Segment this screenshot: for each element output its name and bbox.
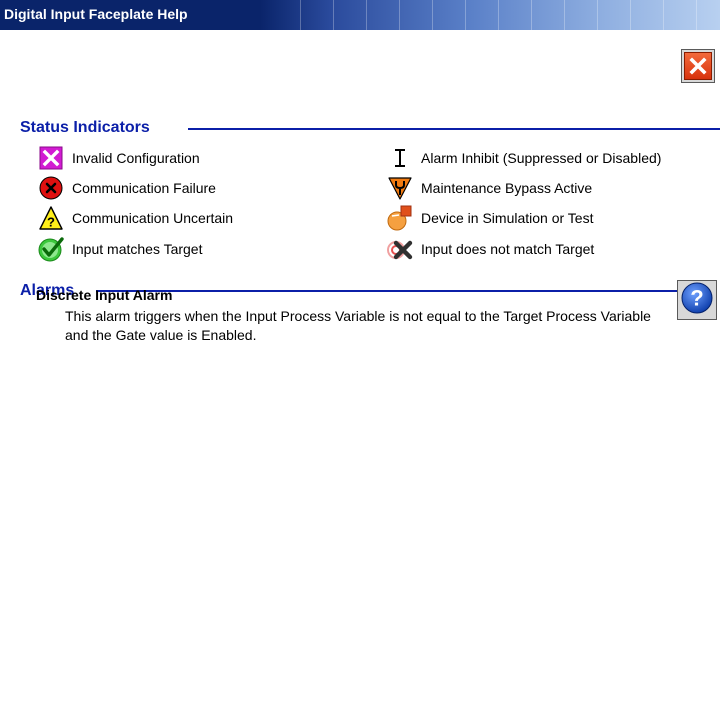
communication-uncertain-icon: ? [38,205,64,231]
indicator-label: Invalid Configuration [72,150,200,166]
indicator-label: Input does not match Target [421,241,595,257]
indicator-label: Alarm Inhibit (Suppressed or Disabled) [421,150,662,166]
alarm-inhibit-icon [387,145,413,171]
indicator-label: Communication Uncertain [72,210,234,226]
title-bar: Digital Input Faceplate Help [0,0,720,30]
communication-failure-icon [38,175,64,201]
indicator-input-matches-target: Input matches Target [38,236,202,262]
status-indicators-divider [188,128,720,130]
indicator-label: Communication Failure [72,180,216,196]
input-matches-target-icon [38,236,64,262]
indicator-label: Maintenance Bypass Active [421,180,593,196]
close-icon [684,52,712,80]
indicator-invalid-configuration: Invalid Configuration [38,145,200,171]
invalid-configuration-icon [38,145,64,171]
alarm-description: This alarm triggers when the Input Proce… [65,308,651,343]
indicator-alarm-inhibit: Alarm Inhibit (Suppressed or Disabled) [387,145,661,171]
help-button[interactable]: ? [677,280,717,320]
indicator-maintenance-bypass: Maintenance Bypass Active [387,175,592,201]
help-icon: ? [681,282,713,319]
indicator-communication-uncertain: ? Communication Uncertain [38,205,233,231]
close-button[interactable] [681,49,715,83]
indicator-input-mismatch-target: Input does not match Target [387,236,594,262]
svg-text:?: ? [47,215,55,230]
alarm-name: Discrete Input Alarm [36,287,173,303]
indicator-label: Input matches Target [72,241,203,257]
maintenance-bypass-icon [387,175,413,201]
input-mismatch-target-icon [387,236,413,262]
window-title: Digital Input Faceplate Help [4,6,188,22]
indicator-simulation-test: Device in Simulation or Test [387,205,593,231]
status-indicators-heading: Status Indicators [20,119,150,136]
simulation-test-icon [387,205,413,231]
svg-text:?: ? [690,285,703,310]
indicator-communication-failure: Communication Failure [38,175,216,201]
alarms-divider [96,290,678,292]
indicator-label: Device in Simulation or Test [421,210,594,226]
